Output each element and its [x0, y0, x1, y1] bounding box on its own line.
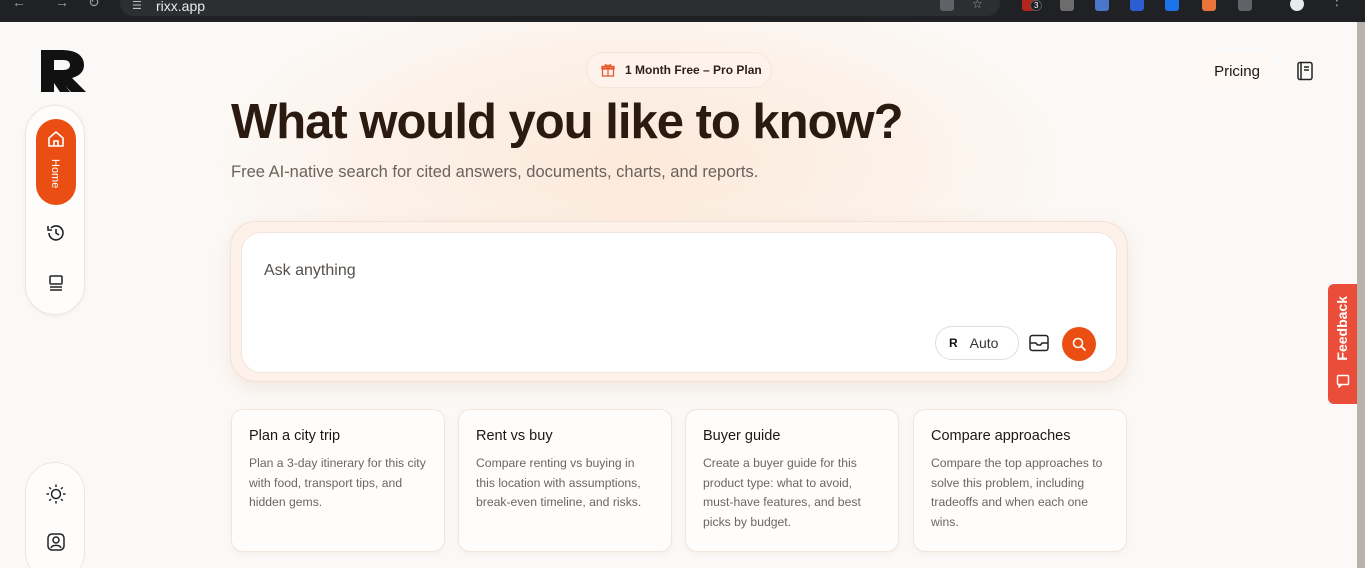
search-box: R Auto [241, 232, 1117, 373]
bookmark-star-icon[interactable]: ☆ [972, 0, 986, 11]
site-settings-icon[interactable]: ☰ [132, 0, 142, 12]
sidebar-item-label: Home [49, 159, 61, 189]
extension-icon[interactable] [1095, 0, 1109, 11]
suggestion-card[interactable]: Plan a city trip Plan a 3-day itinerary … [231, 409, 445, 552]
user-icon[interactable] [45, 531, 67, 553]
suggestion-card[interactable]: Compare approaches Compare the top appro… [913, 409, 1127, 552]
address-bar[interactable]: ☰ rixx.app [120, 0, 1000, 16]
rixx-mark-icon: R [949, 336, 958, 350]
library-icon[interactable] [45, 272, 67, 294]
history-icon[interactable] [45, 222, 67, 244]
card-title: Compare approaches [931, 428, 1071, 444]
page-title: What would you like to know? [231, 95, 904, 149]
translate-icon[interactable] [940, 0, 954, 11]
promo-text: 1 Month Free – Pro Plan [625, 63, 762, 77]
sidebar-nav: Home [25, 105, 85, 315]
feedback-tab[interactable]: Feedback [1328, 284, 1357, 404]
more-icon[interactable]: ⋮ [1330, 0, 1344, 9]
search-panel: R Auto [230, 221, 1128, 382]
feedback-icon [1336, 374, 1350, 388]
reload-icon[interactable]: ↻ [88, 0, 100, 11]
suggestion-card[interactable]: Buyer guide Create a buyer guide for thi… [685, 409, 899, 552]
gift-icon [601, 64, 615, 77]
pricing-link[interactable]: Pricing [1198, 52, 1276, 90]
extension-icon[interactable] [1165, 0, 1179, 11]
card-description: Plan a 3-day itinerary for this city wit… [249, 456, 426, 509]
promo-badge[interactable]: 1 Month Free – Pro Plan [586, 52, 772, 88]
sidebar-item-home[interactable]: Home [36, 119, 76, 205]
mode-selector-button[interactable]: R Auto [935, 326, 1019, 360]
card-description: Compare renting vs buying in this locati… [476, 456, 642, 509]
profile-avatar[interactable] [1290, 0, 1304, 11]
card-description: Create a buyer guide for this product ty… [703, 456, 861, 529]
page: Home 1 Month Free – Pro Plan Pricing Wha… [0, 22, 1357, 568]
sun-icon[interactable] [45, 483, 67, 505]
search-submit-button[interactable] [1062, 327, 1096, 361]
extensions-menu-icon[interactable] [1238, 0, 1252, 11]
extension-icon[interactable] [1130, 0, 1144, 11]
extension-icon[interactable] [1060, 0, 1074, 11]
extension-badge: 3 [1030, 0, 1043, 11]
card-title: Buyer guide [703, 428, 781, 444]
rixx-logo-icon[interactable] [40, 49, 88, 93]
home-icon [48, 131, 64, 147]
page-subtitle: Free AI-native search for cited answers,… [231, 163, 759, 181]
browser-toolbar: ← → ↻ ☰ rixx.app ☆ 3 ⋮ [0, 0, 1365, 22]
card-description: Compare the top approaches to solve this… [931, 456, 1103, 529]
forward-icon[interactable]: → [55, 0, 69, 10]
mode-label: Auto [969, 335, 999, 351]
page-scrollbar[interactable] [1357, 22, 1365, 568]
attach-files-icon[interactable] [1028, 333, 1050, 353]
extension-icon[interactable] [1202, 0, 1216, 11]
search-icon [1072, 337, 1086, 351]
docs-book-icon[interactable] [1296, 61, 1314, 81]
address-text: rixx.app [156, 0, 206, 14]
card-title: Plan a city trip [249, 428, 341, 444]
back-icon[interactable]: ← [12, 0, 26, 10]
feedback-label: Feedback [1334, 296, 1350, 361]
sidebar-bottom [25, 462, 85, 568]
search-input[interactable] [264, 259, 964, 283]
suggestion-card[interactable]: Rent vs buy Compare renting vs buying in… [458, 409, 672, 552]
card-title: Rent vs buy [476, 428, 553, 444]
